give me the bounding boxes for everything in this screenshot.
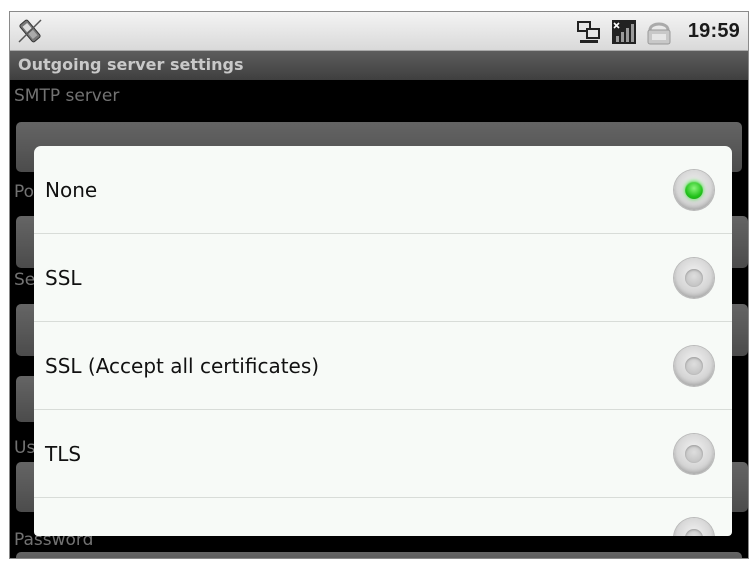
option-tls[interactable]: TLS bbox=[34, 410, 732, 498]
option-none[interactable]: None bbox=[34, 146, 732, 234]
title-bar: Outgoing server settings bbox=[10, 51, 748, 80]
security-type-dialog: None SSL SSL (Accept all certificates) T… bbox=[34, 146, 732, 536]
radio-button[interactable] bbox=[674, 518, 714, 536]
page-title: Outgoing server settings bbox=[18, 55, 244, 74]
option-label: SSL (Accept all certificates) bbox=[45, 354, 320, 378]
radio-button[interactable] bbox=[674, 346, 714, 386]
signal-icon bbox=[612, 20, 636, 44]
clock: 19:59 bbox=[687, 20, 740, 42]
device-screen: 19:59 Outgoing server settings SMTP serv… bbox=[10, 12, 748, 558]
radio-button-selected[interactable] bbox=[674, 170, 714, 210]
option-label: TLS bbox=[45, 442, 82, 466]
option-ssl[interactable]: SSL bbox=[34, 234, 732, 322]
notification-icon bbox=[18, 19, 42, 43]
status-bar: 19:59 bbox=[10, 12, 748, 51]
radio-button[interactable] bbox=[674, 258, 714, 298]
battery-icon bbox=[647, 22, 671, 45]
network-icon bbox=[577, 21, 600, 43]
radio-button[interactable] bbox=[674, 434, 714, 474]
option-ssl-accept-all[interactable]: SSL (Accept all certificates) bbox=[34, 322, 732, 410]
option-partial[interactable] bbox=[34, 498, 732, 536]
option-label: SSL bbox=[45, 266, 82, 290]
option-label: None bbox=[45, 178, 98, 202]
